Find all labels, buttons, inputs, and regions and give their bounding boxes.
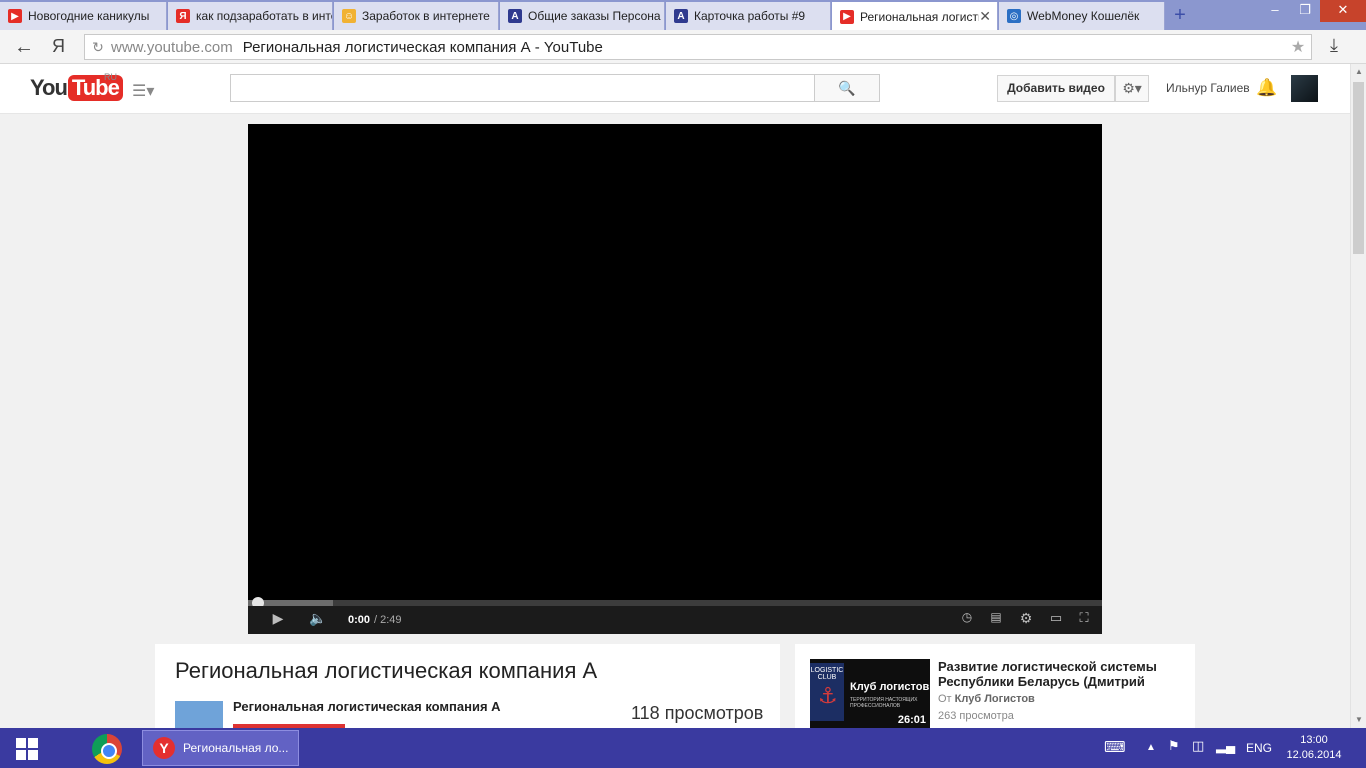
smile-icon: ☺: [342, 9, 356, 23]
globe-icon: ◎: [1007, 9, 1021, 23]
youtube-header: You Tube RU ☰▾ 🔍 Добавить видео ⚙▾ Ильну…: [0, 64, 1350, 114]
minimize-button[interactable]: –: [1260, 0, 1290, 22]
close-tab-icon[interactable]: ✕: [979, 8, 991, 25]
related-videos: LOGISTIC CLUB ⚓ Клуб логистов ТЕРРИТОРИЯ…: [795, 644, 1195, 728]
yandex-browser-icon: Y: [153, 737, 175, 759]
current-time: 0:00: [348, 614, 371, 626]
related-video-thumbnail[interactable]: LOGISTIC CLUB ⚓ Клуб логистов ТЕРРИТОРИЯ…: [810, 659, 930, 728]
thumb-club-text: Клуб логистов: [850, 681, 930, 693]
search-icon: 🔍: [838, 80, 856, 96]
username[interactable]: Ильнур Галиев: [1166, 81, 1250, 95]
back-arrow-icon[interactable]: ←: [14, 36, 34, 59]
related-channel-name: Клуб Логистов: [954, 693, 1035, 705]
tab-title: Новогодние каникулы: [28, 9, 150, 23]
tab-title: Заработок в интернете: [362, 9, 490, 23]
related-video-channel: От Клуб Логистов: [938, 693, 1035, 705]
notifications-bell-icon[interactable]: 🔔: [1256, 78, 1277, 98]
clock-time: 13:00: [1300, 734, 1328, 746]
browser-tab[interactable]: A Карточка работы #9: [666, 2, 831, 30]
logo-you-text: You: [30, 75, 68, 100]
clock-date: 12.06.2014: [1286, 749, 1342, 761]
video-info-panel: Региональная логистическая компания А Ре…: [155, 644, 780, 728]
scrollbar-thumb[interactable]: [1353, 82, 1364, 254]
settings-gear-icon[interactable]: ⚙: [1016, 610, 1036, 630]
windows-start-icon[interactable]: [16, 738, 40, 760]
battery-icon[interactable]: ◫: [1192, 738, 1204, 754]
browser-tab[interactable]: A Общие заказы Персона: [500, 2, 665, 30]
video-title: Региональная логистическая компания А: [175, 658, 598, 683]
related-video-views: 263 просмотра: [938, 710, 1014, 722]
browser-tab[interactable]: ◎ WebMoney Кошелёк: [999, 2, 1165, 30]
maximize-button[interactable]: ❐: [1290, 0, 1320, 22]
scroll-up-arrow-icon[interactable]: ▲: [1351, 64, 1366, 80]
windows-taskbar: Y Региональная ло... ⌨ ▲ ⚑ ◫ ▂▄ ENG 13:0…: [0, 728, 1366, 768]
total-time: / 2:49: [374, 614, 402, 626]
browser-tab[interactable]: Якак подзаработать в интернете: [168, 2, 333, 30]
channel-avatar[interactable]: [175, 701, 223, 728]
tray-expand-icon[interactable]: ▲: [1146, 742, 1156, 753]
yandex-icon: Я: [176, 9, 190, 23]
region-label: RU: [104, 72, 117, 82]
watch-later-icon[interactable]: ◷: [958, 610, 976, 630]
taskbar-app-label: Региональная ло...: [183, 741, 289, 755]
youtube-icon: ▶: [8, 9, 22, 23]
tab-title: Карточка работы #9: [694, 9, 806, 23]
gear-icon: ⚙▾: [1122, 80, 1142, 96]
video-duration: 26:01: [897, 714, 926, 726]
upload-button[interactable]: Добавить видео: [997, 75, 1115, 102]
view-count: 118 просмотров: [631, 703, 764, 723]
browser-tab[interactable]: ▶ Региональная логистическая✕: [832, 2, 998, 31]
close-window-button[interactable]: ✕: [1320, 0, 1366, 22]
reload-icon[interactable]: ↻: [85, 39, 111, 56]
play-icon[interactable]: ▶: [268, 610, 288, 630]
by-prefix: От: [938, 693, 952, 705]
browser-toolbar: ← Я ↻ www.youtube.com Региональная логис…: [0, 30, 1366, 64]
search-input[interactable]: [230, 74, 815, 102]
bookmark-star-icon[interactable]: ★: [1285, 37, 1311, 57]
browser-tab[interactable]: ☺ Заработок в интернете: [334, 2, 499, 30]
thumb-club-subtext: ТЕРРИТОРИЯ НАСТОЯЩИХ ПРОФЕССИОНАЛОВ: [850, 697, 918, 709]
tab-title: как подзаработать в интернете: [196, 9, 332, 23]
settings-button[interactable]: ⚙▾: [1115, 75, 1149, 102]
video-player[interactable]: ▶ 🔈 0:00 / 2:49 ◷ ▤ ⚙ ▭ ⛶: [248, 124, 1102, 634]
browser-tab[interactable]: ▶ Новогодние каникулы: [0, 2, 167, 30]
keyboard-icon[interactable]: ⌨: [1104, 738, 1126, 756]
taskbar-clock[interactable]: 13:00 12.06.2014: [1286, 733, 1342, 763]
search-button[interactable]: 🔍: [814, 74, 880, 102]
subtitles-icon[interactable]: ▤: [986, 610, 1006, 630]
fullscreen-icon[interactable]: ⛶: [1074, 610, 1094, 630]
volume-icon[interactable]: 🔈: [308, 610, 328, 630]
anchor-icon: ⚓: [818, 683, 838, 708]
a-icon: A: [508, 9, 522, 23]
yandex-logo-icon[interactable]: Я: [52, 36, 65, 57]
page-scrollbar[interactable]: ▲ ▼: [1350, 64, 1366, 728]
address-domain: www.youtube.com: [111, 38, 233, 56]
youtube-logo[interactable]: You Tube RU: [30, 72, 123, 102]
language-indicator[interactable]: ENG: [1246, 741, 1272, 755]
tab-title: Общие заказы Персона: [528, 9, 661, 23]
guide-menu-icon[interactable]: ☰▾: [132, 81, 154, 101]
new-tab-button[interactable]: +: [1168, 4, 1192, 28]
tab-title: WebMoney Кошелёк: [1027, 9, 1140, 23]
theater-mode-icon[interactable]: ▭: [1046, 610, 1066, 630]
address-bar[interactable]: ↻ www.youtube.com Региональная логистиче…: [84, 34, 1312, 60]
player-controls: ▶ 🔈 0:00 / 2:49 ◷ ▤ ⚙ ▭ ⛶: [248, 606, 1102, 634]
avatar[interactable]: [1291, 75, 1318, 102]
related-video-title[interactable]: Развитие логистической системы Республик…: [938, 659, 1183, 689]
taskbar-browser-window[interactable]: Y Региональная ло...: [142, 730, 299, 766]
scroll-down-arrow-icon[interactable]: ▼: [1351, 712, 1366, 728]
flag-icon[interactable]: ⚑: [1168, 738, 1180, 754]
browser-tab-strip: ▶ Новогодние каникулы Якак подзаработать в…: [0, 0, 1366, 31]
download-icon[interactable]: ⤓: [1330, 35, 1338, 56]
youtube-icon: ▶: [840, 9, 854, 24]
chrome-taskbar-icon[interactable]: [92, 734, 122, 764]
a-icon: A: [674, 9, 688, 23]
channel-name-link[interactable]: Региональная логистическая компания А: [233, 699, 501, 714]
address-page-title: Региональная логистическая компания А - …: [242, 38, 603, 56]
signal-icon[interactable]: ▂▄: [1216, 738, 1235, 754]
tab-title: Региональная логистическая: [860, 9, 979, 24]
